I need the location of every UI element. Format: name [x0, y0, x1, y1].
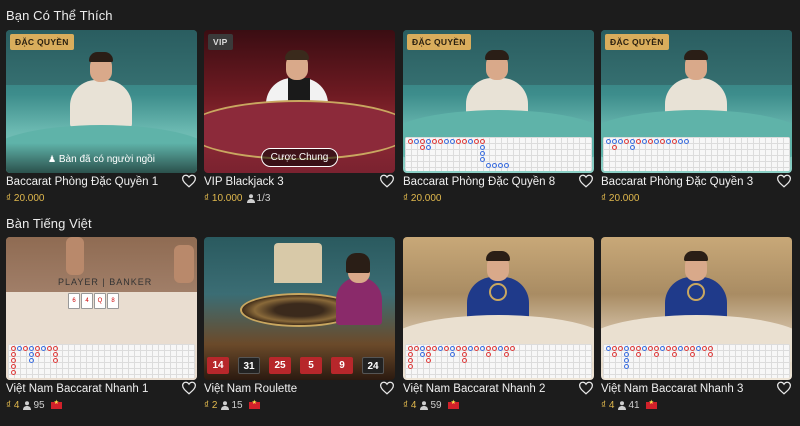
person-icon: [420, 401, 429, 410]
person-seated-icon: ♟: [48, 154, 57, 164]
game-thumbnail[interactable]: ĐẶC QUYỀN: [403, 30, 594, 173]
exclusive-badge: ĐẶC QUYỀN: [10, 34, 74, 50]
section-title-vietnamese-tables: Bàn Tiếng Việt: [6, 216, 92, 231]
exclusive-badge: ĐẶC QUYỀN: [407, 34, 471, 50]
player-count: 95: [23, 400, 45, 411]
game-card[interactable]: ĐẶC QUYỀN ♟ Bàn đã có người ngồi Baccara…: [6, 30, 197, 212]
table-occupied-label: ♟ Bàn đã có người ngồi: [48, 154, 155, 165]
heart-icon[interactable]: [181, 381, 197, 395]
person-icon: [221, 401, 230, 410]
vietnam-flag-icon: [645, 399, 657, 409]
game-name[interactable]: Baccarat Phòng Đặc Quyền 8: [403, 176, 555, 188]
min-bet: ₫ 4: [601, 400, 615, 411]
heart-icon[interactable]: [578, 174, 594, 188]
game-name[interactable]: VIP Blackjack 3: [204, 176, 284, 188]
vip-badge: VIP: [208, 34, 233, 50]
game-card[interactable]: ĐẶC QUYỀN Baccarat Phòng Đặc Quyền 3 ₫ 2…: [601, 30, 792, 212]
game-thumbnail[interactable]: VIP Cược Chung: [204, 30, 395, 173]
person-icon: [618, 401, 627, 410]
roulette-result: 14: [207, 357, 229, 374]
game-name[interactable]: Việt Nam Baccarat Nhanh 3: [601, 383, 743, 395]
game-name[interactable]: Baccarat Phòng Đặc Quyền 3: [601, 176, 753, 188]
heart-icon[interactable]: [578, 381, 594, 395]
min-bet: ₫ 4: [403, 400, 417, 411]
game-card[interactable]: VIP Cược Chung VIP Blackjack 3 ₫ 10.000 …: [204, 30, 395, 212]
player-banker-label: PLAYER | BANKER: [58, 277, 153, 287]
game-card[interactable]: PLAYER | BANKER 64 Q8 Việt Nam Baccarat …: [6, 237, 197, 419]
scoreboard: [603, 344, 790, 378]
roulette-result: 5: [300, 357, 322, 374]
roulette-result: 31: [238, 357, 260, 374]
scoreboard: [603, 137, 790, 171]
game-thumbnail[interactable]: [403, 237, 594, 380]
min-bet: ₫ 2: [204, 400, 218, 411]
game-thumbnail[interactable]: PLAYER | BANKER 64 Q8: [6, 237, 197, 380]
player-count: 15: [221, 400, 243, 411]
game-thumbnail[interactable]: ĐẶC QUYỀN: [601, 30, 792, 173]
heart-icon[interactable]: [379, 381, 395, 395]
vietnam-flag-icon: [447, 399, 459, 409]
game-thumbnail[interactable]: 14 31 25 5 9 24: [204, 237, 395, 380]
min-bet: ₫ 10.000: [204, 193, 243, 204]
person-icon: [23, 401, 32, 410]
game-card[interactable]: ĐẶC QUYỀN Baccarat Phòng Đặc Quyền 8 ₫ 2…: [403, 30, 594, 212]
game-card[interactable]: Việt Nam Baccarat Nhanh 3 ₫ 4 41: [601, 237, 792, 419]
shared-bet-button[interactable]: Cược Chung: [260, 148, 339, 167]
section-title-recommended: Bạn Có Thể Thích: [6, 8, 113, 23]
game-thumbnail[interactable]: [601, 237, 792, 380]
vietnam-flag-icon: [248, 399, 260, 409]
player-count: 41: [618, 400, 640, 411]
vietnam-flag-icon: [50, 399, 62, 409]
roulette-result: 25: [269, 357, 291, 374]
game-name[interactable]: Việt Nam Baccarat Nhanh 1: [6, 383, 148, 395]
game-name[interactable]: Việt Nam Roulette: [204, 383, 297, 395]
roulette-result: 24: [362, 357, 384, 374]
roulette-result: 9: [331, 357, 353, 374]
person-icon: [246, 194, 255, 203]
min-bet: ₫ 4: [6, 400, 20, 411]
player-count: 59: [420, 400, 442, 411]
game-card[interactable]: 14 31 25 5 9 24 Việt Nam Roulette ₫ 2 15: [204, 237, 395, 419]
heart-icon[interactable]: [776, 174, 792, 188]
game-card[interactable]: Việt Nam Baccarat Nhanh 2 ₫ 4 59: [403, 237, 594, 419]
heart-icon[interactable]: [776, 381, 792, 395]
scoreboard: [405, 344, 592, 378]
scoreboard: [405, 137, 592, 171]
game-name[interactable]: Baccarat Phòng Đặc Quyền 1: [6, 176, 158, 188]
game-name[interactable]: Việt Nam Baccarat Nhanh 2: [403, 383, 545, 395]
min-bet: ₫ 20.000: [601, 193, 640, 204]
scoreboard: [8, 344, 195, 378]
min-bet: ₫ 20.000: [6, 193, 45, 204]
heart-icon[interactable]: [379, 174, 395, 188]
player-count: 1/3: [246, 193, 270, 204]
exclusive-badge: ĐẶC QUYỀN: [605, 34, 669, 50]
heart-icon[interactable]: [181, 174, 197, 188]
min-bet: ₫ 20.000: [403, 193, 442, 204]
game-thumbnail[interactable]: ĐẶC QUYỀN ♟ Bàn đã có người ngồi: [6, 30, 197, 173]
